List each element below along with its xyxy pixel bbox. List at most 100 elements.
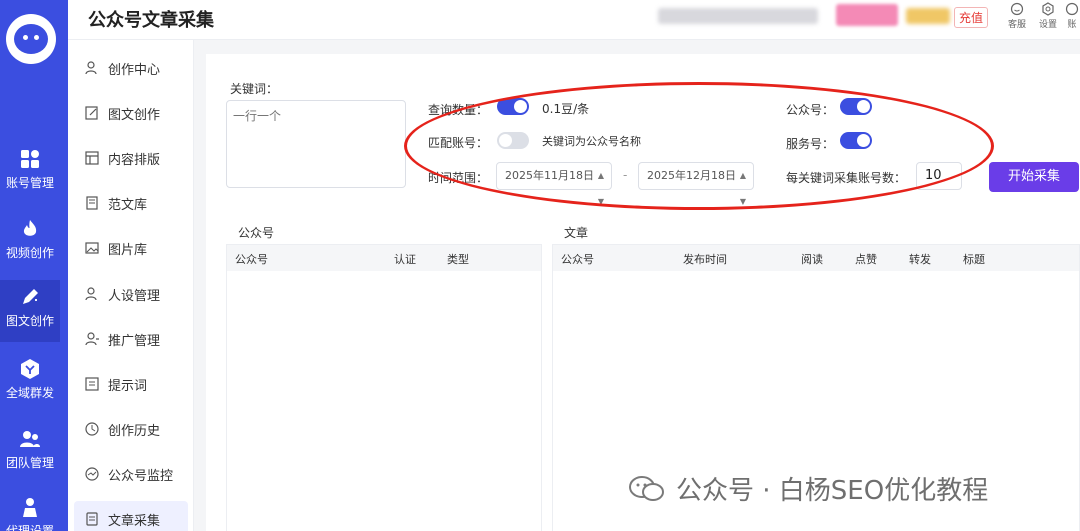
sidebar-item-label: 创作中心 bbox=[108, 62, 161, 78]
toggle-knob bbox=[499, 134, 512, 147]
sidebar-item-content-layout[interactable]: 内容排版 bbox=[74, 140, 188, 176]
document-icon bbox=[86, 512, 98, 526]
sidebar-item-creation-history[interactable]: 创作历史 bbox=[74, 411, 188, 447]
sidebar-item-label: 公众号监控 bbox=[108, 468, 174, 484]
redacted-badge bbox=[836, 4, 898, 26]
sidebar-item-persona-management[interactable]: 人设管理 bbox=[74, 276, 188, 312]
articles-table-header: 公众号 发布时间 阅读 点赞 转发 标题 bbox=[553, 245, 1079, 271]
main-content: 关键词： 查询数量： 0.1豆/条 公众号： 匹配账号： 关键词为公众号名称 服… bbox=[206, 54, 1080, 531]
account-icon bbox=[1065, 2, 1079, 16]
sidebar-item-article-collection[interactable]: 文章采集 bbox=[74, 501, 188, 531]
sub-sidebar: 创作中心 图文创作 内容排版 范文库 图片库 人设管理 推广管理 提示词 创作历… bbox=[68, 40, 194, 531]
query-quantity-price: 0.1豆/条 bbox=[542, 102, 590, 116]
rail-item-team-management[interactable]: 团队管理 bbox=[0, 422, 60, 484]
toggle-knob bbox=[857, 100, 870, 113]
redacted-balance bbox=[906, 8, 950, 24]
gear-icon bbox=[1042, 2, 1054, 16]
image-icon bbox=[85, 242, 99, 254]
rail-item-label: 视频创作 bbox=[5, 246, 54, 260]
rail-item-label: 图文创作 bbox=[5, 314, 54, 328]
column-header[interactable]: 阅读 bbox=[801, 251, 823, 267]
person-icon bbox=[23, 498, 37, 517]
rail-item-account-management[interactable]: 账号管理 bbox=[0, 142, 60, 204]
toggle-knob bbox=[514, 100, 527, 113]
sidebar-item-account-monitoring[interactable]: 公众号监控 bbox=[74, 456, 188, 492]
logo[interactable] bbox=[6, 14, 56, 64]
per-keyword-input[interactable]: 10 bbox=[916, 162, 962, 190]
match-account-toggle[interactable] bbox=[497, 132, 529, 149]
annotation-ellipse bbox=[404, 82, 994, 210]
watermark: 公众号 · 白杨SEO优化教程 bbox=[628, 470, 988, 507]
rail-item-video-creation[interactable]: 视频创作 bbox=[0, 212, 60, 274]
sidebar-item-creation-center[interactable]: 创作中心 bbox=[74, 50, 188, 86]
sidebar-item-label: 图文创作 bbox=[108, 107, 161, 123]
sidebar-item-label: 图片库 bbox=[108, 242, 148, 258]
rail-item-omni-broadcast[interactable]: 全域群发 bbox=[0, 352, 60, 414]
time-range-label: 时间范围： bbox=[428, 171, 489, 185]
app-window: 账号管理 视频创作 图文创作 全域群发 团队管理 代理设置 公众号文章采集 充值 bbox=[0, 0, 1080, 531]
grid-icon bbox=[21, 150, 39, 168]
accounts-table: 公众号 认证 类型 bbox=[226, 244, 542, 531]
date-end-input[interactable]: 2025年12月18日 ▲ ▼ bbox=[638, 162, 754, 206]
query-quantity-label: 查询数量： bbox=[428, 103, 489, 117]
sidebar-item-promotion-management[interactable]: 推广管理 bbox=[74, 321, 188, 357]
page-title: 公众号文章采集 bbox=[88, 10, 214, 31]
gzh-label: 公众号： bbox=[786, 103, 835, 117]
keyword-input[interactable] bbox=[226, 100, 406, 188]
date-start-value: 2025年11月18日 bbox=[505, 169, 594, 182]
team-icon bbox=[20, 431, 40, 447]
layout-icon bbox=[85, 151, 99, 165]
spinner-icon: ▲ ▼ bbox=[739, 171, 746, 206]
sidebar-item-label: 人设管理 bbox=[108, 288, 161, 304]
toggle-knob bbox=[857, 134, 870, 147]
match-account-hint: 关键词为公众号名称 bbox=[542, 135, 641, 148]
customer-service-button[interactable]: 客服 bbox=[1004, 2, 1030, 30]
rail-item-label: 全域群发 bbox=[5, 386, 54, 400]
start-collection-button[interactable]: 开始采集 bbox=[989, 162, 1079, 192]
column-header[interactable]: 认证 bbox=[394, 251, 416, 267]
accounts-table-title: 公众号 bbox=[238, 226, 275, 240]
rail-item-article-creation[interactable]: 图文创作 bbox=[0, 280, 60, 342]
sidebar-item-sample-library[interactable]: 范文库 bbox=[74, 185, 188, 221]
date-separator: - bbox=[623, 168, 628, 182]
column-header[interactable]: 转发 bbox=[909, 251, 931, 267]
clock-icon bbox=[85, 422, 99, 436]
query-quantity-toggle[interactable] bbox=[497, 98, 529, 115]
pen-icon bbox=[23, 289, 38, 304]
rail-item-label: 账号管理 bbox=[5, 176, 54, 190]
recharge-button[interactable]: 充值 bbox=[954, 7, 989, 28]
customer-service-icon bbox=[1010, 2, 1024, 16]
watermark-text: 公众号 · 白杨SEO优化教程 bbox=[676, 476, 989, 506]
column-header[interactable]: 公众号 bbox=[561, 251, 594, 267]
column-header[interactable]: 发布时间 bbox=[683, 251, 727, 267]
spinner-icon: ▲ ▼ bbox=[597, 171, 604, 206]
sidebar-item-label: 推广管理 bbox=[108, 333, 161, 349]
column-header[interactable]: 公众号 bbox=[235, 251, 268, 267]
account-label: 账 bbox=[1067, 20, 1077, 30]
service-toggle[interactable] bbox=[840, 132, 872, 149]
sidebar-item-label: 内容排版 bbox=[108, 152, 161, 168]
gzh-toggle[interactable] bbox=[840, 98, 872, 115]
accounts-table-header: 公众号 认证 类型 bbox=[227, 245, 541, 271]
column-header[interactable]: 类型 bbox=[447, 251, 469, 267]
sidebar-item-image-library[interactable]: 图片库 bbox=[74, 230, 188, 266]
settings-button[interactable]: 设置 bbox=[1035, 2, 1061, 30]
settings-label: 设置 bbox=[1038, 20, 1057, 30]
sidebar-item-prompts[interactable]: 提示词 bbox=[74, 366, 188, 402]
sidebar-item-label: 范文库 bbox=[108, 197, 148, 213]
library-icon bbox=[86, 196, 98, 210]
sheep-logo-icon bbox=[14, 24, 48, 54]
date-start-input[interactable]: 2025年11月18日 ▲ ▼ bbox=[496, 162, 612, 206]
sidebar-item-article-creation[interactable]: 图文创作 bbox=[74, 95, 188, 131]
column-header[interactable]: 标题 bbox=[963, 251, 985, 267]
redacted-user-info bbox=[658, 8, 818, 24]
persona-icon bbox=[85, 287, 97, 301]
icon-rail: 账号管理 视频创作 图文创作 全域群发 团队管理 代理设置 bbox=[0, 0, 68, 531]
column-header[interactable]: 点赞 bbox=[855, 251, 877, 267]
match-account-label: 匹配账号： bbox=[428, 136, 489, 150]
rail-item-agent-settings[interactable]: 代理设置 bbox=[0, 490, 60, 531]
promotion-icon bbox=[85, 332, 99, 346]
sidebar-item-label: 文章采集 bbox=[108, 513, 161, 529]
account-button[interactable]: 账 bbox=[1064, 2, 1080, 30]
date-end-value: 2025年12月18日 bbox=[647, 169, 736, 182]
